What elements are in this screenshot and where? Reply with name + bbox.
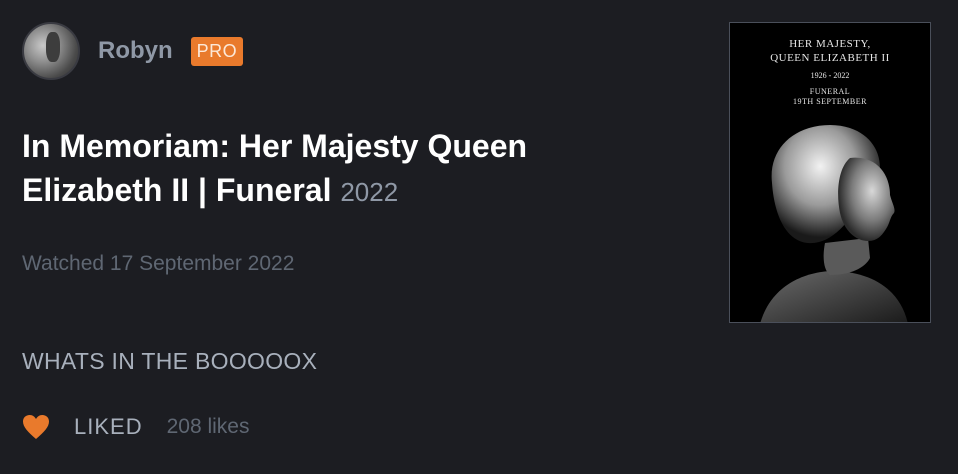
likes-count[interactable]: 208 likes	[167, 415, 250, 439]
portrait-image	[760, 125, 908, 322]
poster-line-4: FUNERAL	[809, 87, 851, 96]
liked-label[interactable]: LIKED	[74, 414, 143, 440]
likes-row: LIKED 208 likes	[22, 414, 249, 440]
poster-line-1: HER MAJESTY,	[789, 38, 871, 50]
film-poster[interactable]: HER MAJESTY, QUEEN ELIZABETH II 1926 - 2…	[729, 22, 931, 323]
review-text: WHATS IN THE BOOOOOX	[22, 348, 318, 374]
watched-date: Watched 17 September 2022	[22, 252, 295, 275]
author-row: Robyn PRO	[22, 22, 244, 80]
film-title-block: In Memoriam: Her Majesty Queen Elizabeth…	[22, 124, 662, 214]
pro-badge: PRO	[190, 36, 244, 66]
diary-entry: Robyn PRO In Memoriam: Her Majesty Queen…	[0, 0, 958, 474]
heart-icon[interactable]	[22, 414, 50, 440]
poster-line-3: 1926 - 2022	[810, 71, 850, 80]
author-name[interactable]: Robyn	[98, 37, 173, 65]
poster-line-5: 19TH SEPTEMBER	[793, 97, 867, 106]
poster-line-2: QUEEN ELIZABETH II	[770, 52, 890, 64]
film-title[interactable]: In Memoriam: Her Majesty Queen Elizabeth…	[22, 128, 527, 208]
film-year[interactable]: 2022	[340, 177, 398, 207]
avatar[interactable]	[22, 22, 80, 80]
